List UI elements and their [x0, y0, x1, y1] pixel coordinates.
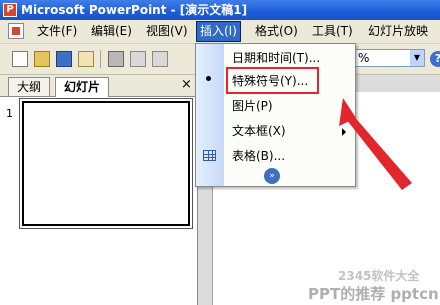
menu-edit[interactable]: 编辑(E) — [88, 22, 135, 41]
menu-tools[interactable]: 工具(T) — [309, 22, 356, 41]
menu-insert[interactable]: 插入(I) — [196, 21, 241, 42]
zoom-value: % — [358, 51, 370, 65]
highlight-annotation — [226, 67, 319, 94]
menu-item-picture[interactable]: 图片(P) — [232, 95, 273, 117]
more-icon[interactable] — [152, 51, 168, 67]
insert-dropdown-menu: 日期和时间(T)... 特殊符号(Y)... 图片(P) 文本框(X) 表格(B… — [195, 43, 356, 187]
save-icon[interactable] — [56, 51, 72, 67]
help-icon[interactable]: ? — [430, 51, 440, 67]
powerpoint-app-icon[interactable]: P — [3, 3, 17, 17]
menu-icon-column — [196, 44, 224, 186]
window-title: Microsoft PowerPoint - [演示文稿1] — [21, 3, 248, 17]
permission-icon[interactable] — [78, 51, 94, 67]
title-bar: P Microsoft PowerPoint - [演示文稿1] — [0, 0, 440, 20]
tab-outline[interactable]: 大纲 — [8, 77, 51, 96]
open-icon[interactable] — [34, 51, 50, 67]
menu-item-table[interactable]: 表格(B)... — [232, 145, 285, 167]
new-icon[interactable] — [12, 51, 28, 67]
slide-number: 1 — [6, 107, 13, 120]
expand-menu-icon[interactable]: » — [264, 168, 280, 184]
menu-slideshow[interactable]: 幻灯片放映 — [365, 22, 431, 41]
slides-pane: 大纲 幻灯片 × 1 — [0, 75, 198, 305]
menu-bar: 文件(F) 编辑(E) 视图(V) 插入(I) 格式(O) 工具(T) 幻灯片放… — [0, 20, 440, 44]
watermark-text: 2345软件大全 — [338, 269, 420, 283]
menu-item-textbox[interactable]: 文本框(X) — [232, 120, 286, 142]
slide-thumbnail[interactable] — [19, 98, 193, 229]
toolbar-separator — [100, 50, 101, 68]
table-icon — [203, 150, 216, 161]
submenu-arrow-icon — [342, 128, 346, 136]
chevron-down-icon[interactable]: ▼ — [410, 50, 424, 66]
watermark-text: PPT的推荐 pptcn — [308, 285, 439, 303]
menu-item-date-time[interactable]: 日期和时间(T)... — [232, 47, 320, 69]
pane-tabs: 大纲 幻灯片 × — [0, 75, 197, 97]
print-icon[interactable] — [108, 51, 124, 67]
document-icon[interactable] — [8, 23, 24, 39]
menu-format[interactable]: 格式(O) — [252, 22, 301, 41]
menu-view[interactable]: 视图(V) — [143, 22, 191, 41]
symbol-icon — [206, 76, 211, 81]
close-icon[interactable]: × — [181, 78, 192, 92]
zoom-select[interactable]: % ▼ — [355, 49, 425, 67]
print-preview-icon[interactable] — [130, 51, 146, 67]
submenu-arrow-icon — [342, 103, 346, 111]
tab-slides[interactable]: 幻灯片 — [55, 77, 110, 97]
menu-file[interactable]: 文件(F) — [34, 22, 80, 41]
